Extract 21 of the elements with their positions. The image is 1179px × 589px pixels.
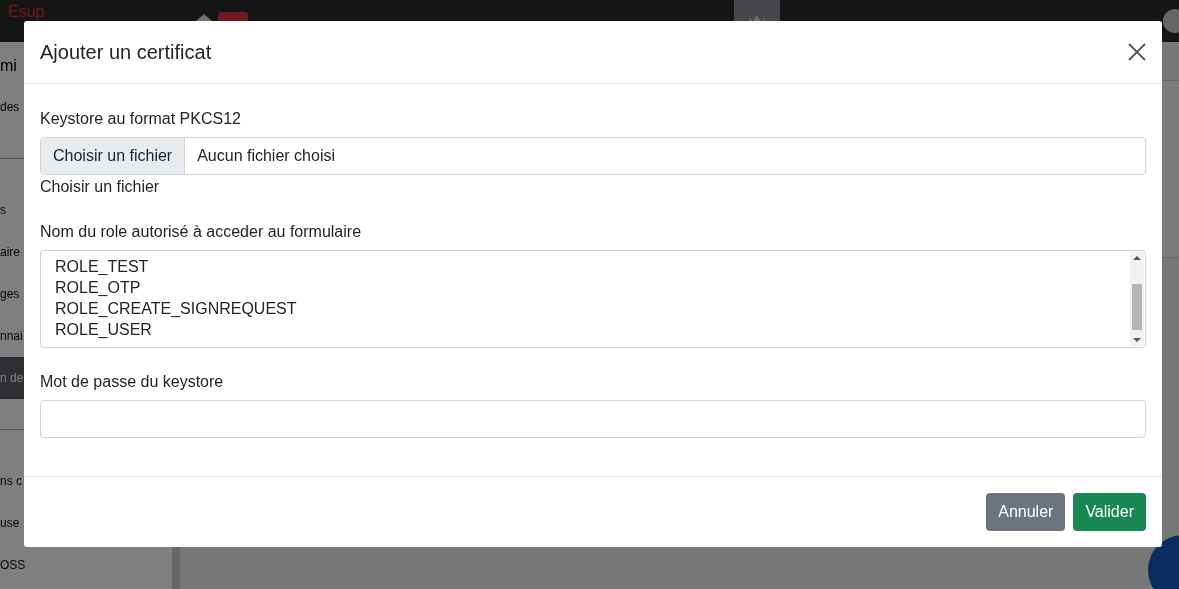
choose-file-button[interactable]: Choisir un fichier [41, 138, 186, 174]
file-name: Aucun fichier choisi [196, 147, 335, 165]
field-label: Mot de passe du keystore [40, 373, 224, 391]
sidebar-heading: mi [0, 56, 17, 76]
sidebar-item[interactable]: OSS [0, 544, 172, 586]
list-option[interactable]: ROLE_OTP [55, 277, 141, 298]
modal-title: Ajouter un certificat [40, 40, 212, 64]
field-label: Nom du role autorisé à acceder au formulaire [40, 223, 362, 241]
list-option[interactable]: ROLE_CREATE_SIGNREQUEST [55, 298, 297, 319]
file-input[interactable]: Choisir un fichier Aucun fichier choisi [40, 137, 1146, 175]
list-option[interactable]: ROLE_USER [55, 319, 152, 340]
logo-text: Esup [7, 4, 46, 20]
close-icon[interactable] [1128, 43, 1146, 61]
help-text: Choisir un fichier [40, 178, 160, 196]
field-label: Keystore au format PKCS12 [40, 110, 241, 128]
password-field[interactable] [40, 400, 1146, 438]
scrollbar[interactable] [1130, 252, 1144, 346]
dialog-button[interactable]: Valider [1073, 493, 1146, 531]
role-listbox[interactable]: ROLE_TEST ROLE_OTP ROLE_CREATE_SIGNREQUEST ROLE_USER [40, 250, 1146, 348]
dialog-button[interactable]: Annuler [986, 493, 1066, 531]
list-option[interactable]: ROLE_TEST [55, 256, 149, 277]
